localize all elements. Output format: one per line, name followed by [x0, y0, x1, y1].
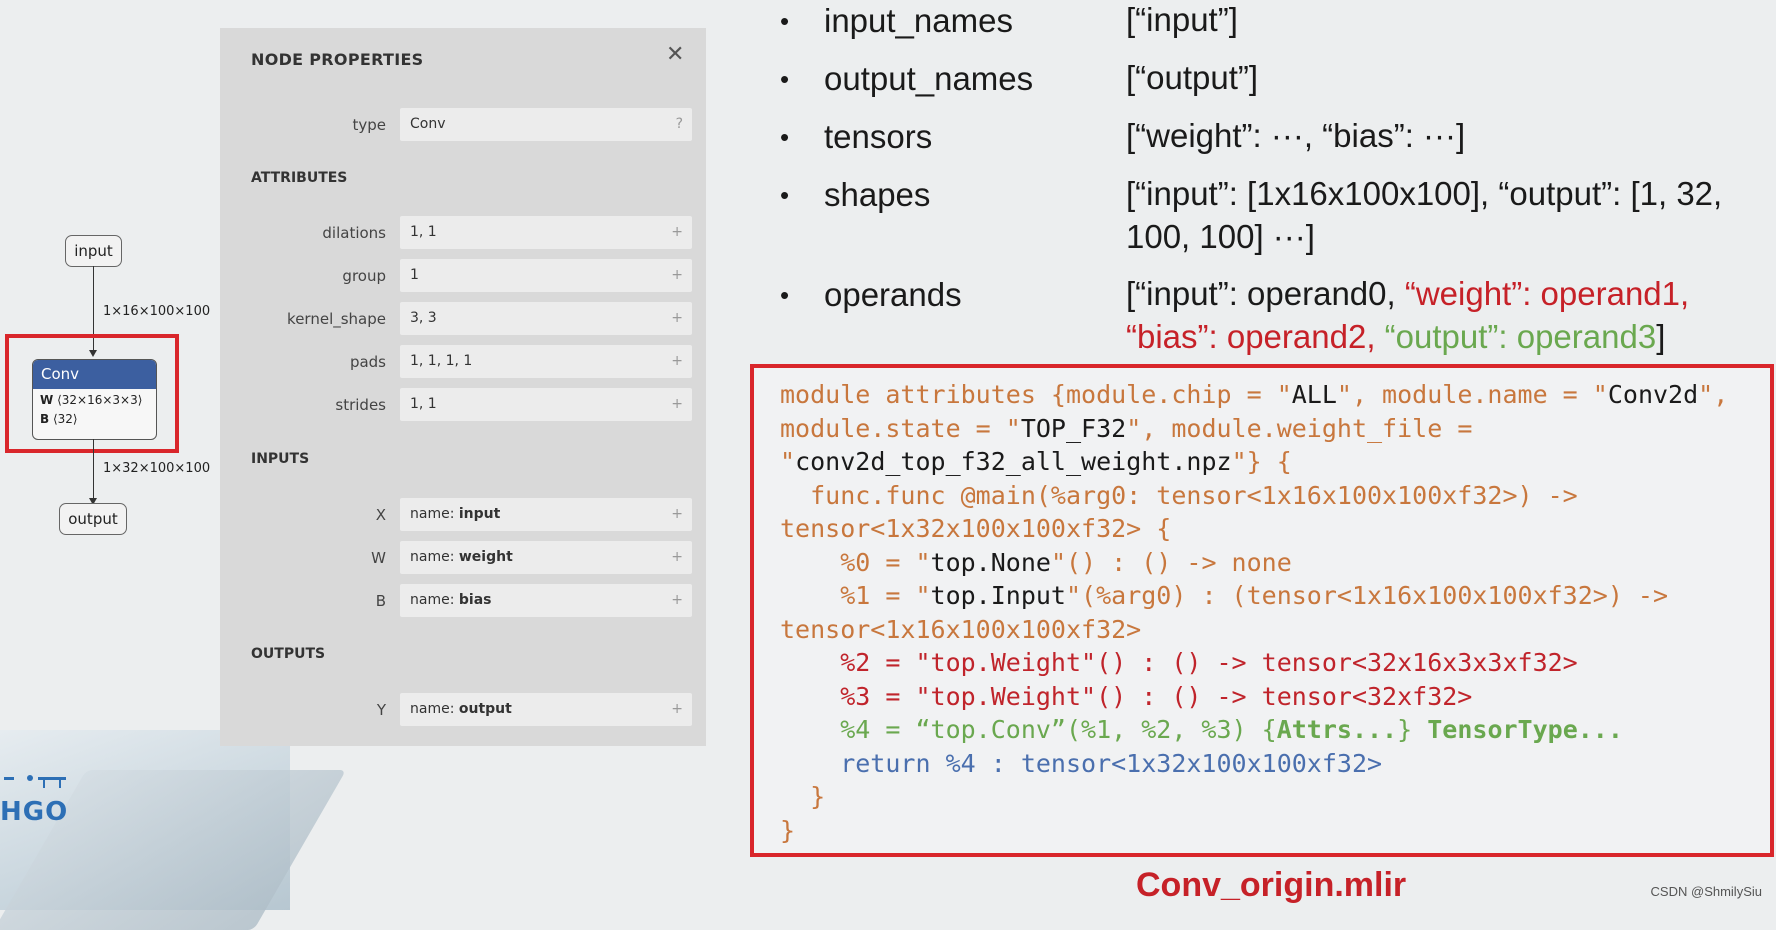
bullet-icon: • — [780, 180, 790, 210]
output-label-y: Y — [376, 701, 386, 719]
conv-b-label: B — [40, 412, 50, 426]
input-value: name: input — [410, 506, 501, 522]
input-label-x: X — [375, 506, 386, 524]
bullet-value-input-names: [“input”] — [1126, 1, 1238, 38]
bullet-key-operands: operands — [824, 276, 962, 313]
input-field-w[interactable]: name: weight + — [400, 541, 692, 574]
watermark: CSDN @ShmilySiu — [1650, 884, 1762, 899]
inputs-section-title: INPUTS — [251, 451, 310, 467]
bullet-value-operands: [“input”: operand0, “weight”: operand1, … — [1126, 272, 1766, 358]
bullet-icon: • — [780, 6, 790, 36]
edge-line — [93, 439, 94, 500]
bullet-value-output-names: [“output”] — [1126, 59, 1259, 96]
panel-title: NODE PROPERTIES — [251, 50, 424, 69]
type-value: Conv — [410, 116, 446, 132]
conv-w-shape: ⟨32×16×3×3⟩ — [57, 393, 143, 407]
expand-plus-icon[interactable]: + — [671, 345, 683, 378]
expand-plus-icon[interactable]: + — [671, 388, 683, 421]
graph-node-input[interactable]: input — [65, 235, 122, 267]
bullet-icon: • — [780, 280, 790, 310]
conv-node-weight-row: W ⟨32×16×3×3⟩ — [33, 389, 156, 410]
attr-label-strides: strides — [335, 396, 386, 414]
operand-close: ] — [1656, 318, 1666, 355]
operand-input: [“input”: operand0, — [1126, 275, 1405, 312]
bullet-icon: • — [780, 122, 790, 152]
bullet-key-tensors: tensors — [824, 118, 933, 155]
attr-field-strides[interactable]: 1, 1 + — [400, 388, 692, 421]
mlir-code: module attributes {module.chip = "ALL", … — [780, 380, 1729, 845]
edge-label-in: 1×16×100×100 — [103, 304, 211, 319]
attr-field-dilations[interactable]: 1, 1 + — [400, 216, 692, 249]
input-label-b: B — [375, 592, 386, 610]
bullet-key-output-names: output_names — [824, 60, 1034, 97]
attr-value: 1, 1 — [410, 224, 437, 240]
conv-w-label: W — [40, 393, 54, 407]
operand-weight: “weight”: operand1, — [1404, 275, 1690, 312]
expand-plus-icon[interactable]: + — [671, 541, 683, 574]
attr-value: 1 — [410, 267, 419, 283]
attr-value: 1, 1 — [410, 396, 437, 412]
code-caption: Conv_origin.mlir — [1136, 866, 1407, 904]
input-field-x[interactable]: name: input + — [400, 498, 692, 531]
shapes-line-1: [“input”: [1x16x100x100], “output”: [1, … — [1126, 175, 1723, 212]
attr-field-group[interactable]: 1 + — [400, 259, 692, 292]
graph-node-conv[interactable]: Conv W ⟨32×16×3×3⟩ B ⟨32⟩ — [32, 359, 157, 440]
attr-label-kernel-shape: kernel_shape — [287, 310, 386, 328]
graph-node-output[interactable]: output — [59, 503, 127, 535]
bullet-value-tensors: [“weight”: ···, “bias”: ···] — [1126, 117, 1466, 154]
edge-label-out: 1×32×100×100 — [103, 461, 211, 476]
bullet-icon: • — [780, 64, 790, 94]
type-field[interactable]: Conv ? — [400, 108, 692, 141]
logo-icon — [4, 775, 66, 788]
node-properties-panel: NODE PROPERTIES ✕ type Conv ? ATTRIBUTES… — [220, 28, 706, 746]
expand-plus-icon[interactable]: + — [671, 584, 683, 617]
attr-field-kernel-shape[interactable]: 3, 3 + — [400, 302, 692, 335]
attr-value: 1, 1, 1, 1 — [410, 353, 473, 369]
input-value: name: bias — [410, 592, 492, 608]
mlir-code-box: module attributes {module.chip = "ALL", … — [750, 364, 1774, 857]
help-icon[interactable]: ? — [676, 108, 683, 141]
expand-plus-icon[interactable]: + — [671, 302, 683, 335]
attr-field-pads[interactable]: 1, 1, 1, 1 + — [400, 345, 692, 378]
type-label: type — [352, 116, 386, 134]
shapes-line-2: 100, 100] ···] — [1126, 218, 1315, 255]
bullet-key-shapes: shapes — [824, 176, 931, 213]
attr-label-dilations: dilations — [322, 224, 386, 242]
close-icon[interactable]: ✕ — [666, 42, 684, 67]
logo-text: HGO — [0, 797, 69, 827]
outputs-section-title: OUTPUTS — [251, 646, 326, 662]
bullet-value-shapes: [“input”: [1x16x100x100], “output”: [1, … — [1126, 172, 1766, 258]
conv-node-bias-row: B ⟨32⟩ — [33, 410, 156, 429]
input-label-w: W — [371, 549, 386, 567]
output-field-y[interactable]: name: output + — [400, 693, 692, 726]
conv-b-shape: ⟨32⟩ — [52, 412, 78, 426]
conv-node-title: Conv — [33, 360, 156, 389]
bullet-key-input-names: input_names — [824, 2, 1013, 39]
attr-value: 3, 3 — [410, 310, 437, 326]
attr-label-group: group — [342, 267, 386, 285]
operand-output: “output”: operand3 — [1384, 318, 1657, 355]
output-value: name: output — [410, 701, 512, 717]
expand-plus-icon[interactable]: + — [671, 216, 683, 249]
operand-bias: “bias”: operand2, — [1126, 318, 1385, 355]
attributes-section-title: ATTRIBUTES — [251, 170, 348, 186]
input-field-b[interactable]: name: bias + — [400, 584, 692, 617]
expand-plus-icon[interactable]: + — [671, 498, 683, 531]
expand-plus-icon[interactable]: + — [671, 693, 683, 726]
expand-plus-icon[interactable]: + — [671, 259, 683, 292]
attr-label-pads: pads — [349, 353, 386, 371]
input-value: name: weight — [410, 549, 513, 565]
